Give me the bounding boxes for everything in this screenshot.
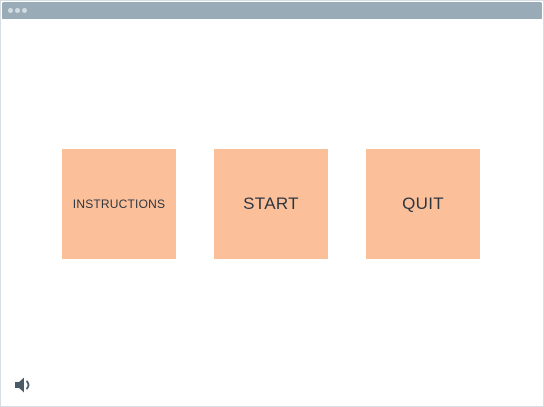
quit-label: QUIT [402,194,444,213]
speaker-icon [15,377,30,393]
window-controls [8,8,27,13]
instructions-button[interactable]: INSTRUCTIONS [62,149,176,259]
window-control-dot[interactable] [15,8,20,13]
sound-toggle[interactable] [14,376,34,394]
start-button[interactable]: START [214,149,328,259]
window-control-dot[interactable] [8,8,13,13]
instructions-label: INSTRUCTIONS [72,197,166,211]
start-label: START [243,194,299,213]
quit-button[interactable]: QUIT [366,149,480,259]
window-titlebar [2,2,542,19]
window-control-dot[interactable] [22,8,27,13]
